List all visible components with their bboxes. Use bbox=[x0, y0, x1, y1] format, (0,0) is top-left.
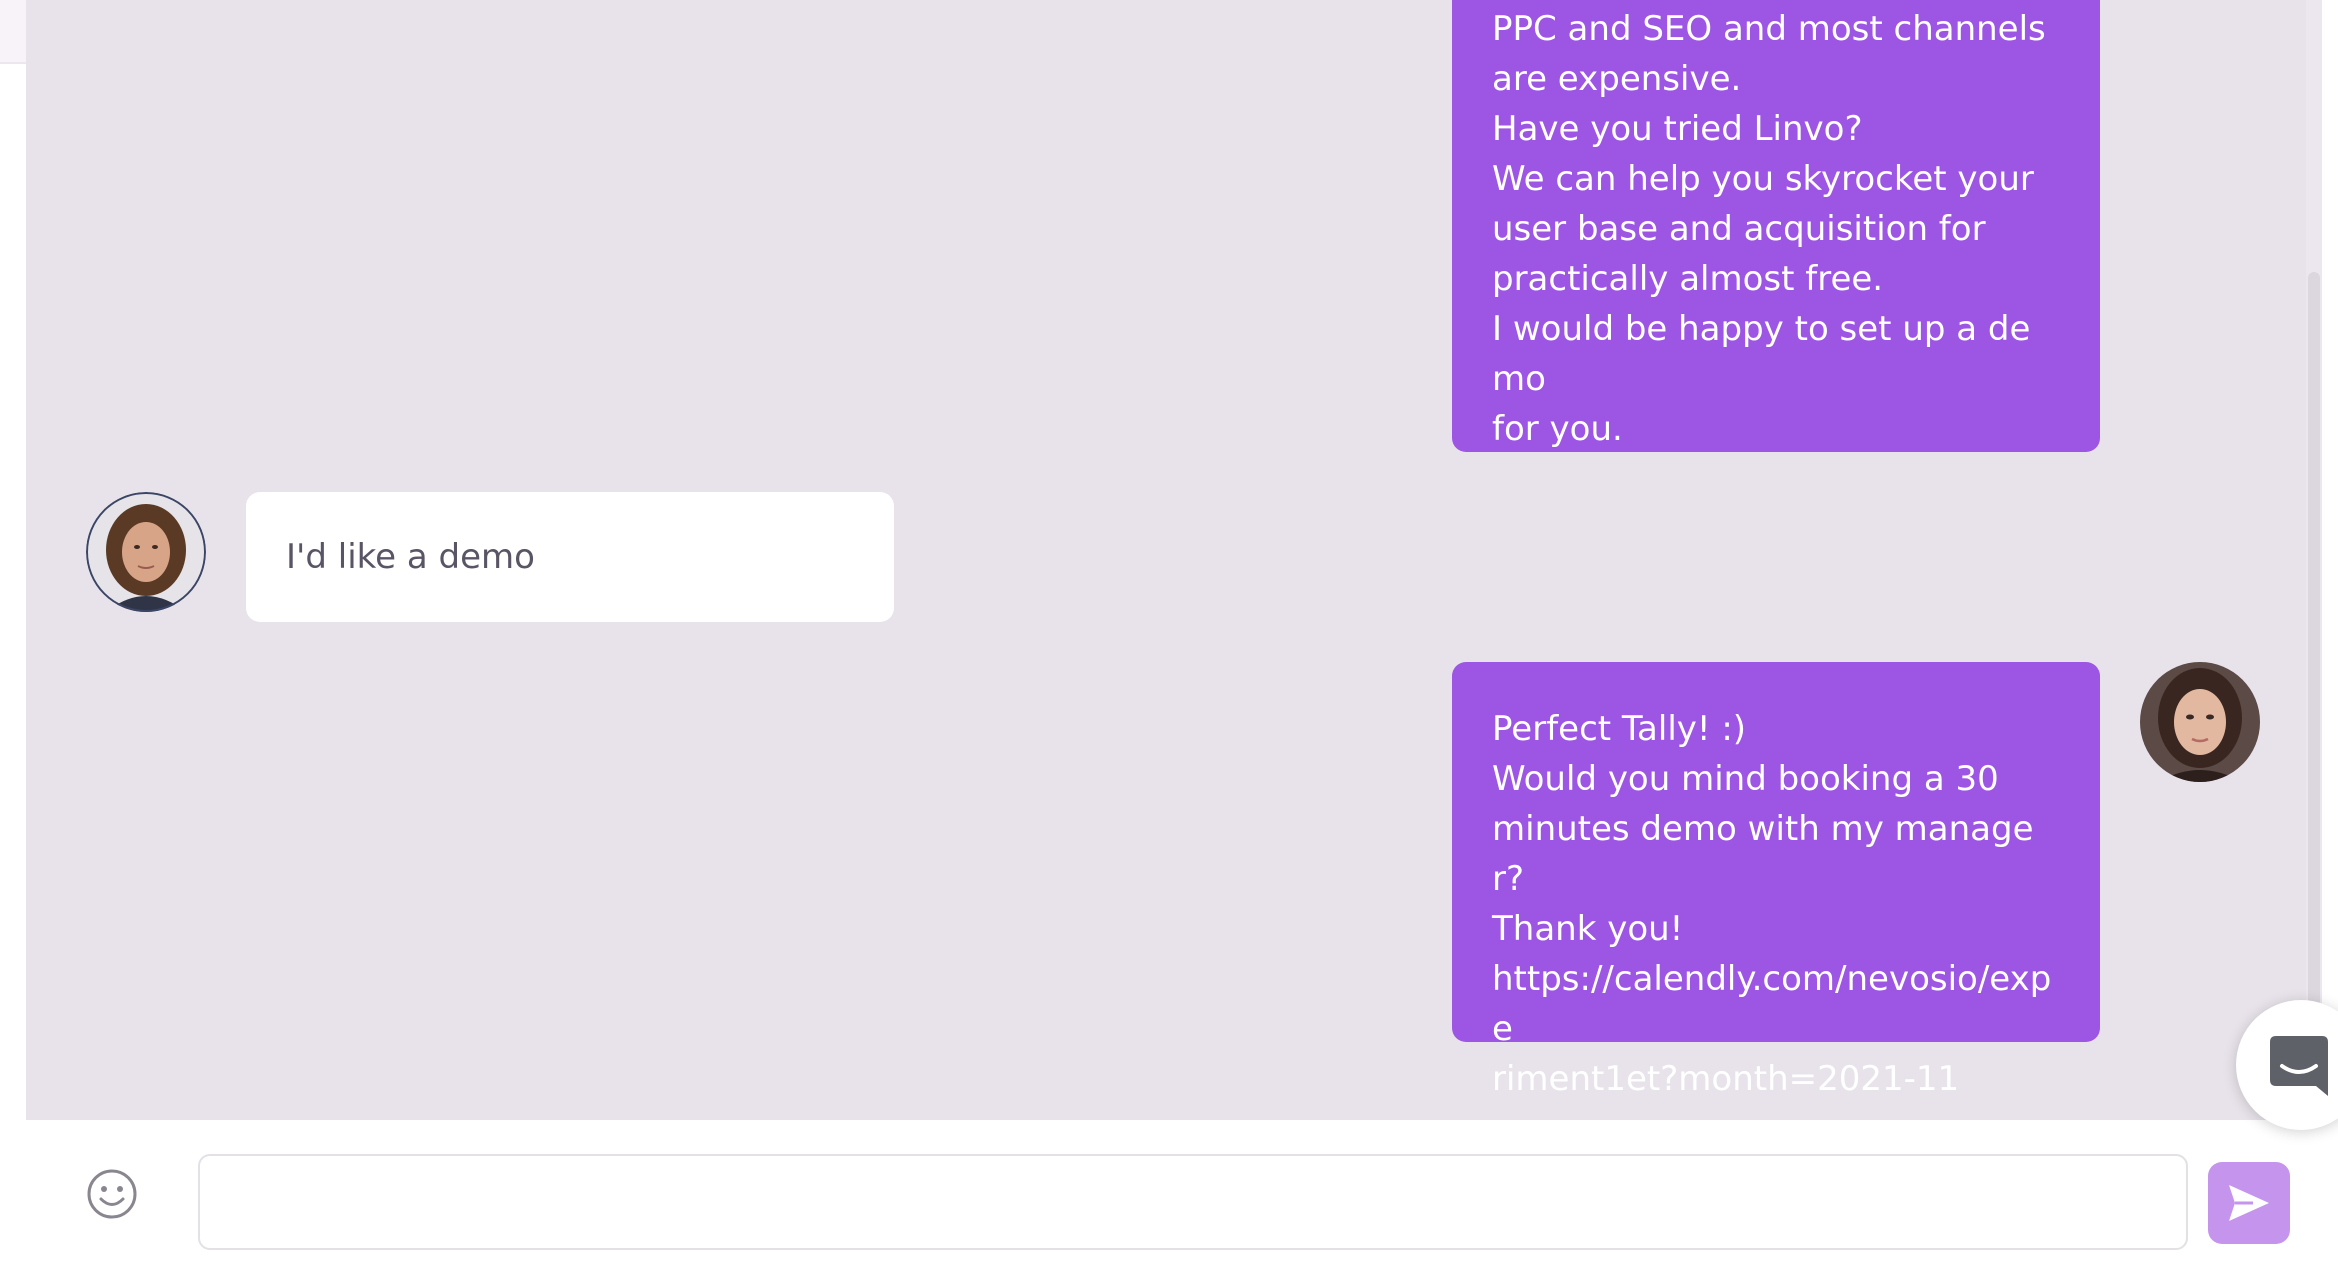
user-avatar bbox=[86, 492, 206, 612]
agent-message: Perfect Tally! :) Would you mind booking… bbox=[1452, 662, 2100, 1099]
chat-bubble-icon bbox=[2270, 1036, 2328, 1096]
composer bbox=[26, 1120, 2338, 1284]
left-edge-header bbox=[0, 0, 26, 64]
send-button[interactable] bbox=[2208, 1162, 2290, 1244]
agent-message: PPC and SEO and most channels are expens… bbox=[1452, 0, 2100, 452]
emoji-icon[interactable] bbox=[86, 1168, 138, 1220]
scrollbar[interactable] bbox=[2306, 0, 2322, 1120]
message-input[interactable] bbox=[198, 1154, 2188, 1250]
user-message: I'd like a demo bbox=[246, 492, 894, 622]
message-list: PPC and SEO and most channels are expens… bbox=[26, 0, 2322, 1120]
left-edge bbox=[0, 0, 26, 1284]
scrollbar-thumb[interactable] bbox=[2308, 272, 2320, 1092]
send-icon bbox=[2229, 1185, 2269, 1221]
agent-avatar bbox=[2140, 662, 2260, 782]
chat-page: PPC and SEO and most channels are expens… bbox=[0, 0, 2338, 1284]
